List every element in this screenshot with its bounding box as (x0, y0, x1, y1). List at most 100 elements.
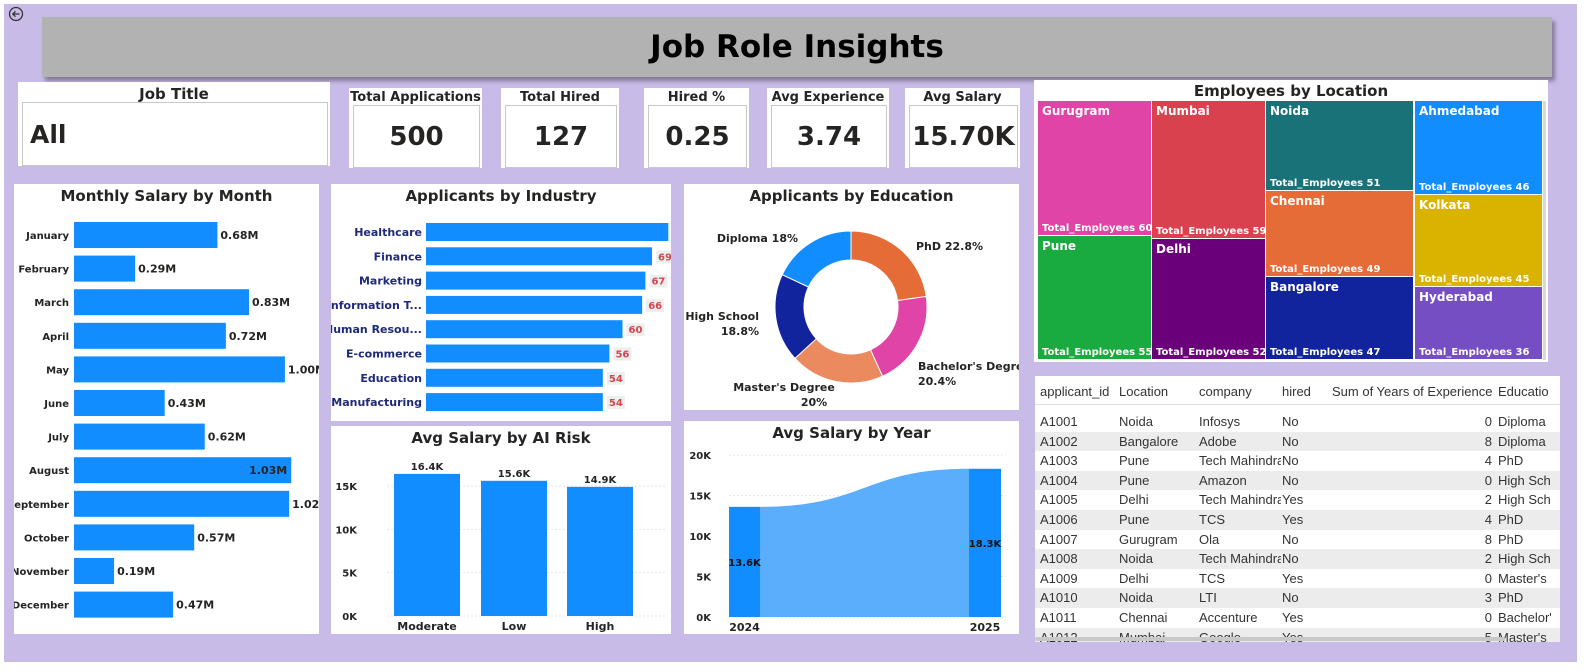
donut-slice (850, 230, 927, 302)
y-tick-label: 10K (689, 532, 712, 543)
treemap-tile[interactable]: Bangalore Total_Employees 47 (1266, 277, 1413, 359)
column-header[interactable]: applicant_id (1040, 380, 1118, 404)
tile-name: Kolkata (1419, 197, 1471, 212)
table-row[interactable]: A1004 Pune Amazon No 0 High Sch (1035, 470, 1560, 491)
table-cell: Noida (1119, 414, 1153, 429)
table-cell: No (1282, 453, 1299, 469)
table-row[interactable]: A1007 Gurugram Ola No 8 PhD (1035, 529, 1560, 550)
table-row[interactable]: A1009 Delhi TCS Yes 0 Master's (1035, 568, 1560, 589)
kpi-value: 15.70K (912, 121, 1015, 152)
table-cell: Master's (1498, 629, 1547, 642)
treemap-tile[interactable]: Hyderabad Total_Employees 36 (1415, 286, 1542, 359)
tile-value: Total_Employees 36 (1419, 346, 1530, 358)
tile-value: Total_Employees 46 (1419, 181, 1530, 193)
column-header[interactable]: company (1199, 380, 1281, 404)
table-cell: High Sch (1498, 492, 1551, 508)
table-cell: Delhi (1119, 492, 1149, 508)
bar (74, 322, 226, 349)
kpi-card-total-applications: Total Applications 500 (349, 88, 482, 168)
tile-name: Pune (1042, 239, 1077, 254)
treemap-tile[interactable]: Delhi Total_Employees 52 (1152, 238, 1265, 359)
table-cell: Ola (1199, 531, 1220, 547)
treemap-tile[interactable]: Gurugram Total_Employees 60 (1038, 101, 1151, 236)
industry-label: Information T... (331, 299, 422, 312)
table-cell: 2 (1484, 492, 1492, 508)
tile-name: Noida (1270, 104, 1310, 118)
data-label: 56 (615, 350, 629, 361)
table-row[interactable]: A1010 Noida LTI No 3 PhD (1035, 588, 1560, 608)
treemap-scrollbar[interactable] (1543, 101, 1546, 360)
table-cell: No (1282, 590, 1299, 606)
data-label: 54 (609, 374, 623, 385)
salary-year-chart: Avg Salary by Year 0K 5K 10K 15K 20K 13.6K 18.… (684, 421, 1019, 634)
table-cell: 8 (1484, 433, 1492, 449)
table-row[interactable]: A1005 Delhi Tech Mahindra Yes 2 High Sch (1035, 490, 1560, 510)
y-tick-label: 10K (335, 525, 358, 536)
kpi-value-box: 15.70K (909, 105, 1018, 168)
tile-value: Total_Employees 51 (1270, 177, 1381, 189)
table-cell: Pune (1119, 472, 1150, 488)
bar (74, 356, 285, 383)
ai-risk-chart: Avg Salary by AI Risk 0K 5K 10K 15K 16.4K Mod… (331, 426, 671, 634)
table-cell: A1003 (1040, 453, 1078, 469)
data-label: 54 (609, 398, 623, 409)
data-label: 0.83M (252, 296, 290, 309)
tile-value: Total_Employees 47 (1270, 346, 1381, 358)
treemap-tile[interactable]: Ahmedabad Total_Employees 46 (1415, 101, 1542, 194)
table-row[interactable]: A1001 Noida Infosys No 0 Diploma (1035, 412, 1560, 432)
y-tick-label: 15K (689, 492, 712, 503)
slice-label: PhD 22.8% (916, 240, 983, 253)
area-ribbon (760, 468, 969, 617)
bar (74, 390, 165, 416)
kpi-value-box: 127 (505, 105, 617, 168)
bar (394, 473, 460, 616)
tile-value: Total_Employees 45 (1419, 273, 1530, 285)
horizontal-scrollbar[interactable] (1035, 637, 1505, 641)
table-cell: Yes (1282, 610, 1304, 625)
month-label: November (14, 567, 69, 578)
table-row[interactable]: A1006 Pune TCS Yes 4 PhD (1035, 510, 1560, 530)
education-chart: Applicants by Education PhD 22.8% Bachelo… (684, 184, 1019, 410)
treemap-tile[interactable]: Chennai Total_Employees 49 (1266, 190, 1413, 277)
column-header[interactable]: Location (1119, 380, 1198, 404)
industry-label: Education (360, 372, 422, 385)
education-donut-svg: PhD 22.8% Bachelor's Degree 20.4% Master's … (685, 230, 1019, 409)
table-row[interactable]: A1008 Noida Tech Mahindra No 2 High Sch (1035, 549, 1560, 569)
column-header[interactable]: Educatio (1498, 380, 1560, 404)
table-cell: Tech Mahindra (1199, 492, 1281, 508)
tile-name: Mumbai (1156, 104, 1210, 118)
table-row[interactable]: A1011 Chennai Accenture Yes 0 Bachelor' (1035, 608, 1560, 628)
column-header[interactable]: hired (1282, 380, 1330, 404)
table-cell: A1006 (1040, 512, 1078, 527)
data-label: 60 (629, 325, 643, 336)
month-label: October (24, 533, 69, 544)
month-label: September (14, 500, 69, 511)
kpi-card-hired-percent: Hired % 0.25 (644, 88, 749, 168)
slicer-dropdown[interactable]: All (22, 102, 328, 166)
slice-label: 18.8% (721, 325, 759, 338)
column-header[interactable]: Sum of Years of Experience (1332, 380, 1498, 404)
location-treemap: Employees by Location Gurugram Total_Empl… (1034, 80, 1548, 362)
treemap-tile[interactable]: Mumbai Total_Employees 59 (1152, 101, 1265, 238)
table-cell: Delhi (1119, 570, 1149, 586)
table-row[interactable]: A1002 Bangalore Adobe No 8 Diploma (1035, 431, 1560, 452)
y-tick-label: 5K (696, 573, 712, 584)
y-tick-label: 0K (696, 613, 712, 624)
bar (426, 223, 669, 241)
table-cell: 0 (1484, 472, 1492, 488)
table-cell: Master's (1498, 570, 1547, 586)
x-tick-label: Low (502, 620, 527, 633)
back-arrow-icon[interactable] (8, 6, 24, 22)
treemap-tile[interactable]: Pune Total_Employees 55 (1038, 236, 1151, 359)
treemap-tile[interactable]: Noida Total_Employees 51 (1266, 101, 1413, 190)
bar (74, 423, 205, 450)
table-cell: No (1282, 472, 1299, 488)
treemap-tile[interactable]: Kolkata Total_Employees 45 (1415, 194, 1542, 286)
table-row[interactable]: A1003 Pune Tech Mahindra No 4 PhD (1035, 451, 1560, 471)
industry-label: Finance (374, 250, 422, 263)
table-cell: Diploma (1498, 414, 1546, 429)
data-label: 0.29M (138, 263, 176, 276)
industry-bar-svg: Healthcare74Finance69Marketing67Informat… (331, 223, 671, 412)
table-cell: 8 (1484, 531, 1492, 547)
industry-label: Marketing (359, 275, 422, 288)
